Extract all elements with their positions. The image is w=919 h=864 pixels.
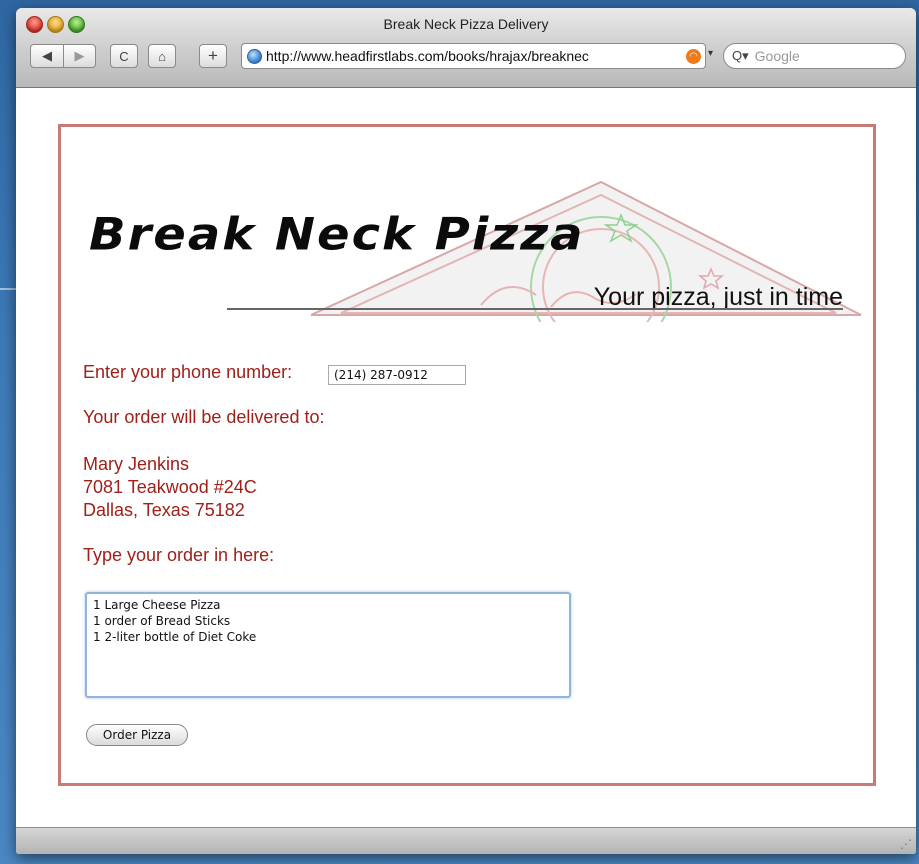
home-icon: ⌂ <box>158 48 166 64</box>
back-arrow-icon: ◀ <box>42 48 52 63</box>
title-bar: Break Neck Pizza Delivery ◀ ▶ C ⌂ + http… <box>16 8 916 88</box>
address-city: Dallas, Texas 75182 <box>83 500 245 520</box>
break-neck-pizza-logo: Break Neck Pizza <box>89 209 585 261</box>
delivery-label: Your order will be delivered to: <box>83 407 325 427</box>
search-placeholder: Google <box>754 48 800 64</box>
url-history-dropdown-icon[interactable]: ▾ <box>708 48 713 59</box>
globe-icon <box>247 48 262 64</box>
phone-label: Enter your phone number: <box>83 362 293 382</box>
tagline-underline <box>227 308 843 310</box>
back-button[interactable]: ◀ <box>30 44 64 68</box>
browser-window: Break Neck Pizza Delivery ◀ ▶ C ⌂ + http… <box>16 8 916 854</box>
order-label: Type your order in here: <box>83 545 275 565</box>
order-pizza-button[interactable]: Order Pizza <box>86 724 188 746</box>
rss-feed-icon[interactable]: ◠ <box>686 48 701 64</box>
add-bookmark-button[interactable]: + <box>199 44 227 68</box>
status-bar: ⋰ <box>16 827 916 854</box>
home-button[interactable]: ⌂ <box>148 44 176 68</box>
reload-icon: C <box>119 48 129 64</box>
pizza-form-frame: Break Neck Pizza Your pizza, just in tim… <box>58 124 876 786</box>
address-bar[interactable]: http://www.headfirstlabs.com/books/hraja… <box>241 43 706 69</box>
phone-input[interactable] <box>328 365 466 385</box>
order-textarea[interactable]: 1 Large Cheese Pizza 1 order of Bread St… <box>85 592 571 698</box>
reload-button[interactable]: C <box>110 44 138 68</box>
delivery-address: Mary Jenkins 7081 Teakwood #24C Dallas, … <box>83 453 257 522</box>
address-street: 7081 Teakwood #24C <box>83 477 257 497</box>
search-icon[interactable]: Q▾ <box>732 48 749 64</box>
window-title: Break Neck Pizza Delivery <box>383 16 549 32</box>
forward-button[interactable]: ▶ <box>63 44 96 68</box>
search-field[interactable]: Q▾ Google <box>723 43 906 69</box>
url-text[interactable]: http://www.headfirstlabs.com/books/hraja… <box>266 48 682 64</box>
page-content: Break Neck Pizza Your pizza, just in tim… <box>16 88 916 828</box>
plus-icon: + <box>208 46 218 65</box>
forward-arrow-icon: ▶ <box>74 48 85 63</box>
resize-grip-icon[interactable]: ⋰ <box>900 837 912 851</box>
address-name: Mary Jenkins <box>83 454 190 474</box>
